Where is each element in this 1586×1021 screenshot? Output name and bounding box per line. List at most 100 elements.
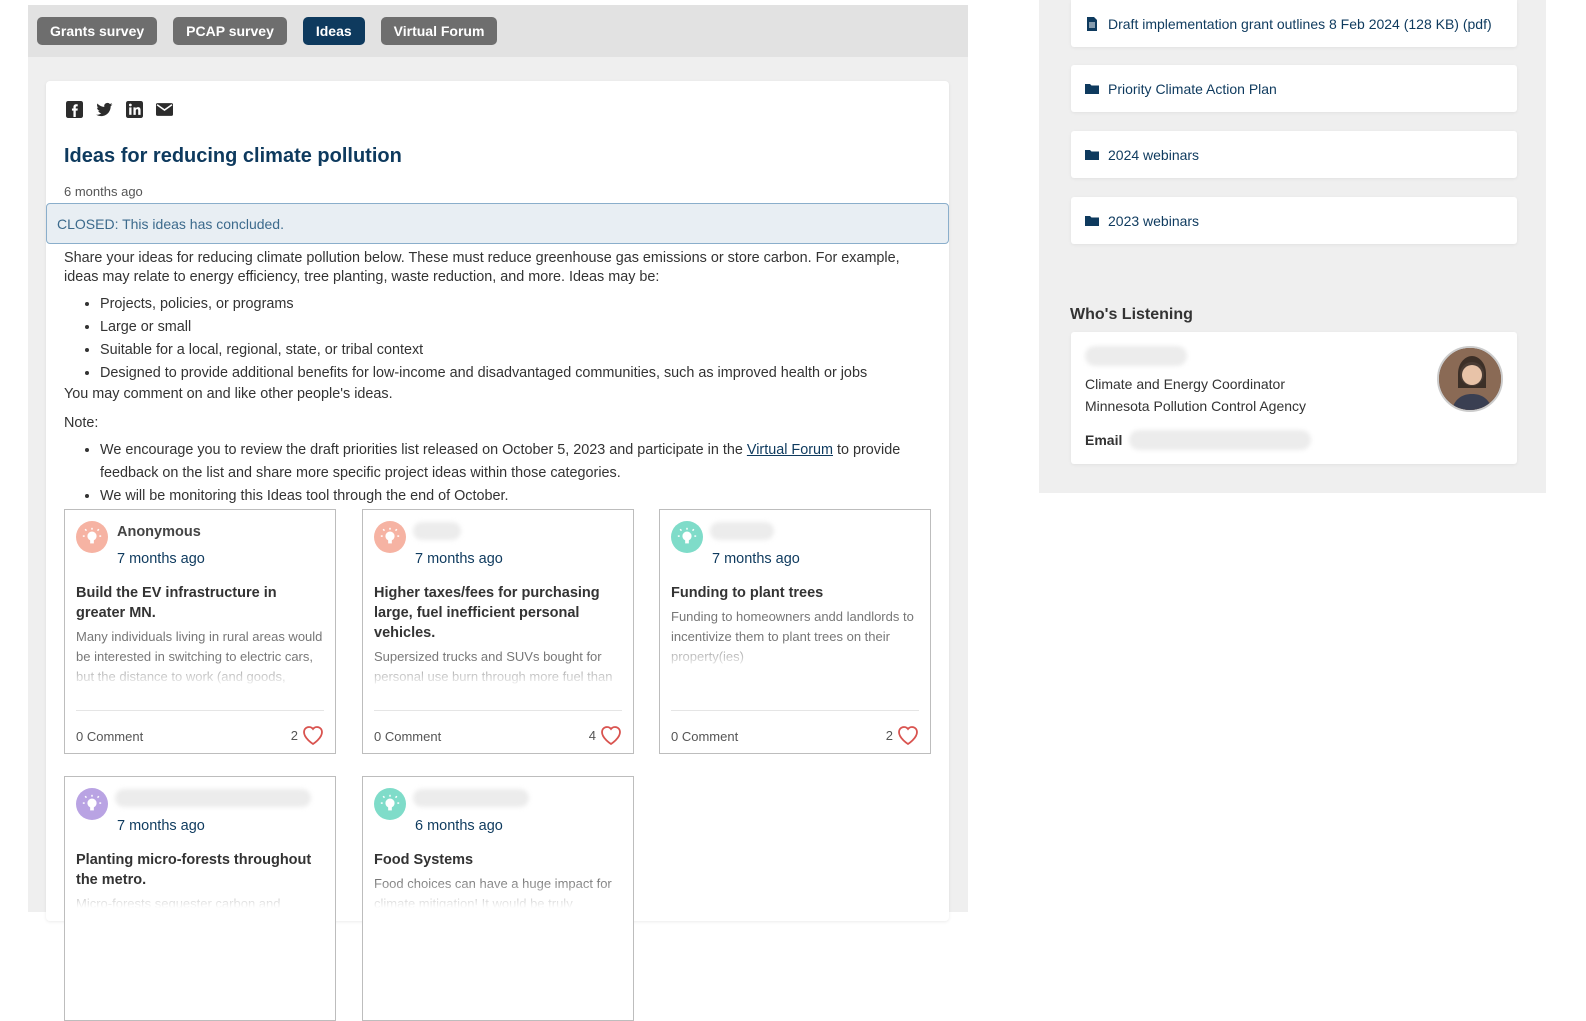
author-redacted — [115, 789, 311, 807]
idea-title[interactable]: Higher taxes/fees for purchasing large, … — [374, 583, 626, 643]
whos-listening-heading: Who's Listening — [1070, 306, 1193, 323]
folder-icon — [1085, 83, 1099, 94]
idea-likes[interactable]: 2 — [886, 724, 920, 746]
idea-excerpt: Many individuals living in rural areas w… — [76, 627, 328, 687]
page-title: Ideas for reducing climate pollution — [64, 145, 402, 167]
note-text: We encourage you to review the draft pri… — [100, 442, 743, 458]
lightbulb-icon — [380, 794, 400, 811]
comment-line: You may comment on and like other people… — [64, 386, 393, 402]
folder-label: 2024 webinars — [1108, 146, 1200, 163]
idea-title[interactable]: Planting micro-forests throughout the me… — [76, 850, 328, 890]
heart-icon[interactable] — [599, 724, 623, 746]
note-label: Note: — [64, 415, 99, 431]
idea-excerpt: Funding to homeowners andd landlords to … — [671, 607, 923, 669]
twitter-icon[interactable] — [94, 99, 114, 119]
list-item: We encourage you to review the draft pri… — [100, 439, 936, 485]
idea-time: 6 months ago — [415, 818, 503, 834]
folder-label: Priority Climate Action Plan — [1108, 80, 1277, 97]
email-label: Email — [1085, 432, 1123, 448]
avatar — [76, 521, 108, 553]
idea-title[interactable]: Food Systems — [374, 850, 626, 870]
folder-link[interactable]: 2023 webinars — [1071, 197, 1517, 244]
tab-pcap-survey[interactable]: PCAP survey — [173, 17, 287, 45]
virtual-forum-link[interactable]: Virtual Forum — [747, 442, 833, 458]
idea-title[interactable]: Funding to plant trees — [671, 583, 923, 603]
idea-excerpt: Micro-forests sequester carbon and — [76, 894, 328, 908]
listener-org: Minnesota Pollution Control Agency — [1085, 398, 1307, 414]
lightbulb-icon — [82, 527, 102, 544]
author-redacted — [413, 522, 461, 540]
author-redacted — [710, 522, 774, 540]
idea-time: 7 months ago — [117, 551, 205, 567]
idea-card[interactable]: 7 months ago Planting micro-forests thro… — [64, 776, 336, 1021]
heart-icon[interactable] — [896, 724, 920, 746]
divider — [671, 710, 919, 711]
idea-time: 7 months ago — [117, 818, 205, 834]
folder-link[interactable]: 2024 webinars — [1071, 131, 1517, 178]
listener-card: Climate and Energy Coordinator Minnesota… — [1071, 332, 1517, 464]
description: Share your ideas for reducing climate po… — [64, 249, 936, 508]
idea-card[interactable]: 7 months ago Funding to plant trees Fund… — [659, 509, 931, 754]
listener-name-redacted — [1085, 346, 1187, 366]
lightbulb-icon — [82, 794, 102, 811]
lightbulb-icon — [677, 527, 697, 544]
idea-comments[interactable]: 0 Comment — [76, 729, 143, 744]
lightbulb-icon — [380, 527, 400, 544]
folder-label: 2023 webinars — [1108, 212, 1200, 229]
idea-comments[interactable]: 0 Comment — [374, 729, 441, 744]
divider — [76, 710, 324, 711]
list-item: Designed to provide additional benefits … — [100, 362, 936, 385]
idea-time: 7 months ago — [712, 551, 800, 567]
posted-time: 6 months ago — [64, 184, 143, 199]
tab-virtual-forum[interactable]: Virtual Forum — [380, 17, 498, 45]
listener-photo — [1437, 346, 1503, 412]
folder-link[interactable]: Priority Climate Action Plan — [1071, 65, 1517, 112]
idea-time: 7 months ago — [415, 551, 503, 567]
like-count: 4 — [588, 727, 596, 743]
closed-notice: CLOSED: This ideas has concluded. — [46, 203, 949, 244]
main-panel: Grants survey PCAP survey Ideas Virtual … — [28, 5, 968, 1021]
notes-list: We encourage you to review the draft pri… — [64, 439, 936, 508]
folder-icon — [1085, 215, 1099, 226]
idea-card[interactable]: 7 months ago Higher taxes/fees for purch… — [362, 509, 634, 754]
document-icon — [1087, 16, 1097, 31]
ideas-criteria-list: Projects, policies, or programs Large or… — [64, 293, 936, 385]
idea-excerpt: Supersized trucks and SUVs bought for pe… — [374, 647, 626, 687]
like-count: 2 — [290, 727, 298, 743]
intro-text: Share your ideas for reducing climate po… — [64, 250, 900, 285]
list-item: Projects, policies, or programs — [100, 293, 936, 316]
idea-likes[interactable]: 2 — [291, 724, 325, 746]
tab-ideas[interactable]: Ideas — [302, 17, 365, 45]
avatar — [671, 521, 703, 553]
share-row — [64, 99, 174, 119]
idea-comments[interactable]: 0 Comment — [671, 729, 738, 744]
tabs-bar: Grants survey PCAP survey Ideas Virtual … — [28, 5, 968, 57]
avatar — [374, 788, 406, 820]
heart-icon[interactable] — [301, 724, 325, 746]
idea-excerpt: Food choices can have a huge impact for … — [374, 874, 626, 908]
email-redacted — [1129, 430, 1311, 450]
listener-role: Climate and Energy Coordinator — [1085, 376, 1285, 392]
divider — [374, 710, 622, 711]
ideas-card: Ideas for reducing climate pollution 6 m… — [46, 81, 949, 1021]
list-item: Suitable for a local, regional, state, o… — [100, 339, 936, 362]
author-redacted — [413, 789, 529, 807]
list-item: Large or small — [100, 316, 936, 339]
document-label: Draft implementation grant outlines 8 Fe… — [1108, 15, 1492, 32]
like-count: 2 — [885, 727, 893, 743]
document-link[interactable]: Draft implementation grant outlines 8 Fe… — [1071, 0, 1517, 47]
sidebar: Draft implementation grant outlines 8 Fe… — [1039, 0, 1546, 493]
avatar — [374, 521, 406, 553]
avatar — [76, 788, 108, 820]
idea-card[interactable]: Anonymous 7 months ago Build the EV infr… — [64, 509, 336, 754]
folder-icon — [1085, 149, 1099, 160]
idea-title[interactable]: Build the EV infrastructure in greater M… — [76, 583, 328, 623]
facebook-icon[interactable] — [64, 99, 84, 119]
idea-likes[interactable]: 4 — [589, 724, 623, 746]
tab-grants-survey[interactable]: Grants survey — [37, 17, 158, 45]
idea-card[interactable]: 6 months ago Food Systems Food choices c… — [362, 776, 634, 1021]
email-icon[interactable] — [154, 99, 174, 119]
list-item: We will be monitoring this Ideas tool th… — [100, 485, 936, 508]
idea-author: Anonymous — [117, 524, 201, 540]
linkedin-icon[interactable] — [124, 99, 144, 119]
